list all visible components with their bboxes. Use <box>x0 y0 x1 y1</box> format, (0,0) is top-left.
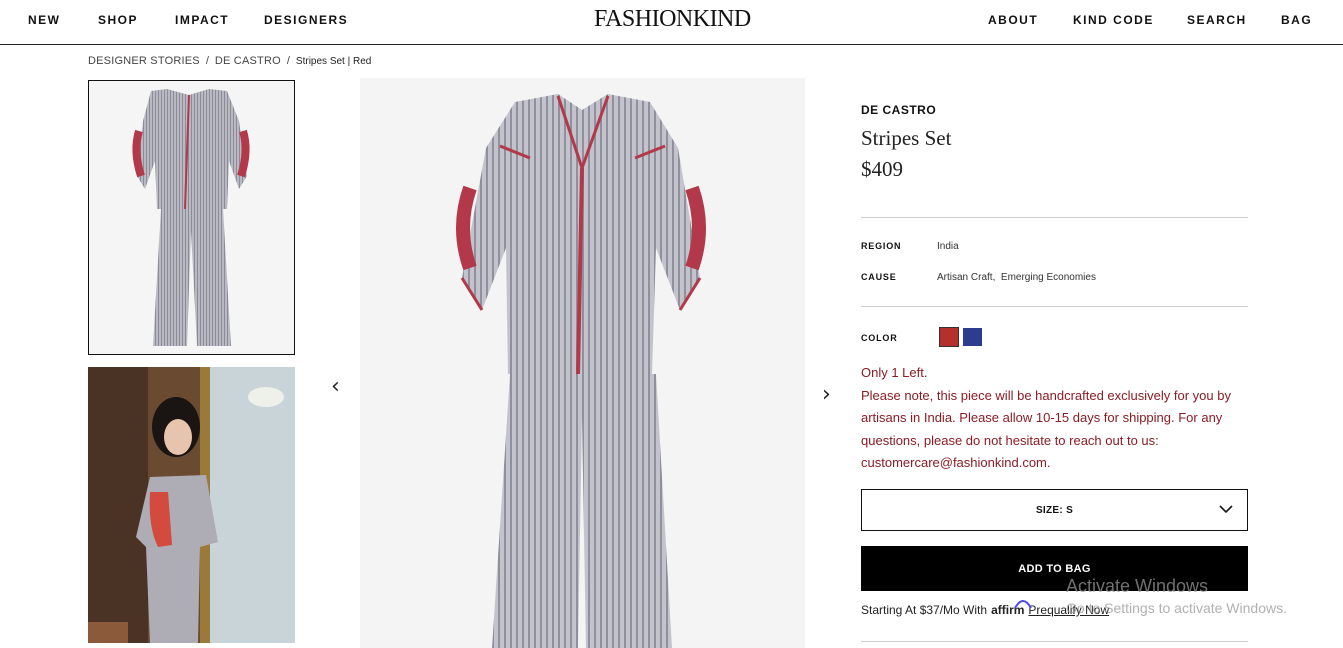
nav-impact[interactable]: IMPACT <box>175 13 229 27</box>
region-label: REGION <box>861 241 902 251</box>
nav-search[interactable]: SEARCH <box>1187 13 1247 27</box>
size-select-label: SIZE: S <box>1035 504 1074 516</box>
product-brand[interactable]: DE CASTRO <box>861 103 1248 117</box>
gallery-next-arrow[interactable]: › <box>822 382 831 407</box>
breadcrumb-separator: / <box>286 55 290 67</box>
breadcrumb-de-castro[interactable]: DE CASTRO <box>215 55 281 67</box>
lifestyle-thumbnail-image <box>88 367 295 643</box>
stock-note: Only 1 Left. Please note, this piece wil… <box>861 362 1251 475</box>
breadcrumb-separator: / <box>205 55 209 67</box>
cause-value: Artisan Craft, Emerging Economies <box>937 272 1096 283</box>
product-name: Stripes Set <box>861 126 952 150</box>
site-header: NEW SHOP IMPACT DESIGNERS FASHIONKIND AB… <box>0 0 1343 45</box>
nav-new[interactable]: NEW <box>28 13 61 27</box>
color-swatch-red[interactable] <box>939 327 959 347</box>
affirm-arc-icon <box>1014 600 1032 609</box>
handcraft-note: Please note, this piece will be handcraf… <box>861 387 1231 471</box>
product-image <box>360 78 805 648</box>
color-swatch-blue[interactable] <box>963 328 982 346</box>
gallery-prev-arrow[interactable]: ‹ <box>331 374 340 399</box>
nav-shop[interactable]: SHOP <box>98 13 138 27</box>
stock-count: Only 1 Left. <box>861 365 928 380</box>
region-value: India <box>937 241 959 252</box>
chevron-down-icon <box>1219 505 1233 514</box>
size-select[interactable]: SIZE: S <box>861 489 1248 531</box>
breadcrumb-designer-stories[interactable]: DESIGNER STORIES <box>88 55 200 67</box>
main-product-image <box>360 78 805 648</box>
windows-watermark-subtitle: Go to Settings to activate Windows. <box>1066 600 1287 616</box>
divider <box>861 217 1248 218</box>
product-price: $409 <box>861 157 903 181</box>
affirm-logo: affirm <box>991 600 1032 617</box>
site-logo[interactable]: FASHIONKIND <box>594 6 751 33</box>
breadcrumb: DESIGNER STORIES / DE CASTRO / Stripes S… <box>88 55 371 67</box>
breadcrumb-current: Stripes Set | Red <box>295 55 372 67</box>
nav-bag[interactable]: BAG <box>1281 13 1312 27</box>
nav-kind-code[interactable]: KIND CODE <box>1073 13 1154 27</box>
divider <box>861 306 1248 307</box>
financing-text: Starting At $37/Mo With <box>861 603 988 617</box>
thumbnail-product[interactable] <box>88 80 295 355</box>
nav-designers[interactable]: DESIGNERS <box>264 13 348 27</box>
nav-about[interactable]: ABOUT <box>988 13 1038 27</box>
windows-watermark-title: Activate Windows <box>1066 576 1209 596</box>
color-label: COLOR <box>861 333 898 343</box>
thumbnail-lifestyle[interactable] <box>88 367 295 643</box>
cause-label: CAUSE <box>861 272 897 282</box>
product-thumbnail-image <box>132 89 250 346</box>
divider <box>861 641 1248 642</box>
